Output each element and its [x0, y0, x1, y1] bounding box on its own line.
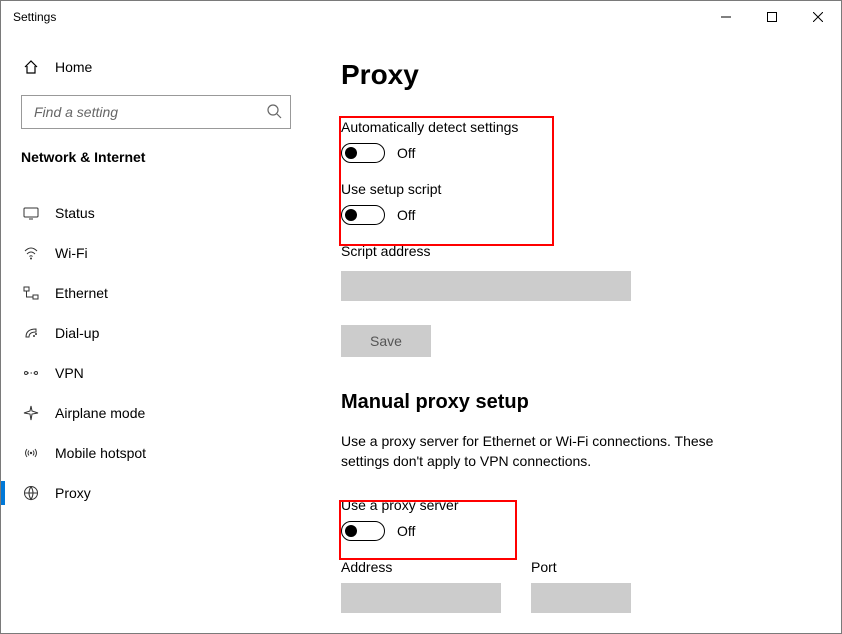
sidebar-item-label: Dial-up	[55, 325, 99, 341]
page-title: Proxy	[341, 59, 811, 91]
airplane-icon	[21, 405, 41, 421]
sidebar-item-status[interactable]: Status	[1, 193, 311, 233]
use-proxy-state: Off	[397, 523, 415, 539]
address-input[interactable]	[341, 583, 501, 613]
setup-script-state: Off	[397, 207, 415, 223]
vpn-icon	[21, 365, 41, 381]
proxy-icon	[21, 485, 41, 501]
minimize-icon	[721, 12, 731, 22]
use-proxy-toggle[interactable]	[341, 521, 385, 541]
close-button[interactable]	[795, 1, 841, 33]
sidebar-item-proxy[interactable]: Proxy	[1, 473, 311, 513]
close-icon	[813, 12, 823, 22]
address-label: Address	[341, 559, 501, 575]
sidebar-item-dialup[interactable]: Dial-up	[1, 313, 311, 353]
dialup-icon	[21, 325, 41, 341]
sidebar-item-airplane[interactable]: Airplane mode	[1, 393, 311, 433]
search-input[interactable]	[32, 103, 266, 121]
maximize-icon	[767, 12, 777, 22]
manual-heading: Manual proxy setup	[341, 391, 811, 414]
home-icon	[21, 59, 41, 75]
sidebar-item-label: Status	[55, 205, 95, 221]
auto-detect-label: Automatically detect settings	[341, 119, 811, 135]
wifi-icon	[21, 245, 41, 261]
section-header: Network & Internet	[1, 149, 311, 175]
sidebar-item-label: Mobile hotspot	[55, 445, 146, 461]
sidebar-item-hotspot[interactable]: Mobile hotspot	[1, 433, 311, 473]
sidebar-item-vpn[interactable]: VPN	[1, 353, 311, 393]
status-icon	[21, 205, 41, 221]
titlebar: Settings	[1, 1, 841, 33]
home-label: Home	[55, 59, 92, 75]
port-label: Port	[531, 559, 631, 575]
manual-description: Use a proxy server for Ethernet or Wi-Fi…	[341, 432, 761, 471]
sidebar: Home Network & Internet Status Wi-Fi	[1, 33, 311, 633]
hotspot-icon	[21, 445, 41, 461]
home-nav[interactable]: Home	[1, 49, 311, 85]
port-input[interactable]	[531, 583, 631, 613]
search-icon	[266, 103, 282, 122]
sidebar-item-label: Proxy	[55, 485, 91, 501]
setup-script-toggle[interactable]	[341, 205, 385, 225]
sidebar-item-label: Airplane mode	[55, 405, 145, 421]
use-proxy-label: Use a proxy server	[341, 497, 811, 513]
main-content: Proxy Automatically detect settings Off …	[311, 33, 841, 633]
script-address-input[interactable]	[341, 271, 631, 301]
maximize-button[interactable]	[749, 1, 795, 33]
sidebar-item-label: Wi-Fi	[55, 245, 88, 261]
sidebar-item-wifi[interactable]: Wi-Fi	[1, 233, 311, 273]
sidebar-item-label: VPN	[55, 365, 84, 381]
sidebar-item-label: Ethernet	[55, 285, 108, 301]
ethernet-icon	[21, 285, 41, 301]
auto-detect-state: Off	[397, 145, 415, 161]
script-address-label: Script address	[341, 243, 811, 259]
save-button[interactable]: Save	[341, 325, 431, 357]
search-box[interactable]	[21, 95, 291, 129]
window-title: Settings	[13, 10, 56, 24]
setup-script-label: Use setup script	[341, 181, 811, 197]
sidebar-item-ethernet[interactable]: Ethernet	[1, 273, 311, 313]
minimize-button[interactable]	[703, 1, 749, 33]
auto-detect-toggle[interactable]	[341, 143, 385, 163]
